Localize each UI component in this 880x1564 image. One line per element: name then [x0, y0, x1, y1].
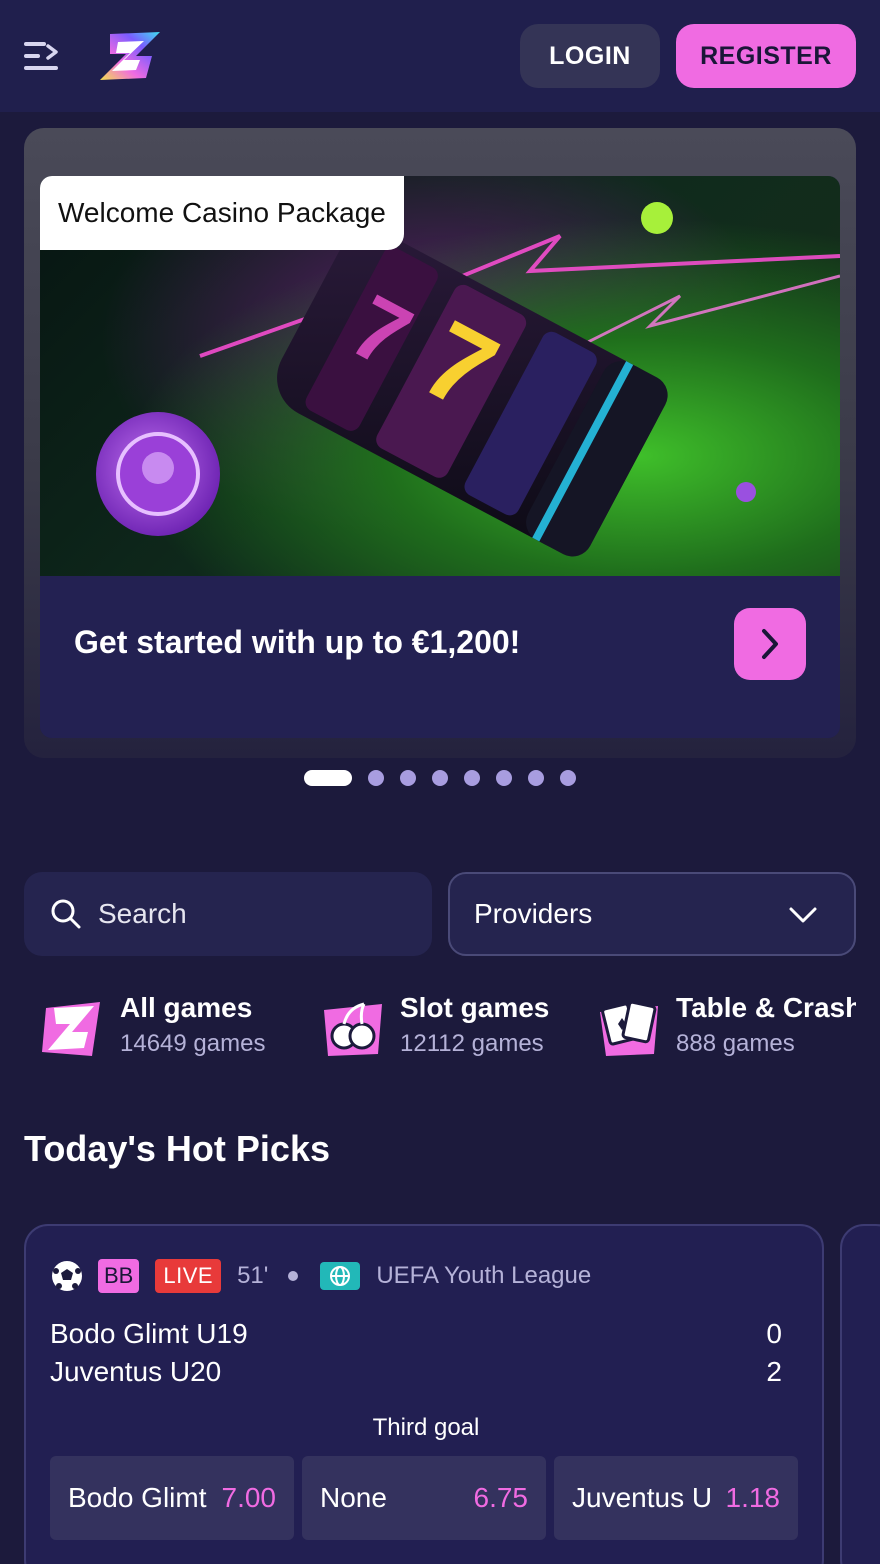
carousel-dot[interactable]	[368, 770, 384, 786]
promo-card[interactable]: 7 7 Welcome Casino Package Get started w…	[40, 176, 840, 738]
separator-dot	[288, 1271, 299, 1281]
carousel-dot[interactable]	[400, 770, 416, 786]
search-icon	[51, 899, 81, 929]
category-slot-games[interactable]: Slot games 12112 games	[320, 988, 549, 1068]
away-team: Juventus U20	[50, 1356, 222, 1387]
chevron-down-icon	[789, 907, 817, 923]
odds-price: 7.00	[221, 1482, 277, 1513]
providers-label: Providers	[474, 898, 593, 929]
soccer-ball-icon	[52, 1261, 82, 1291]
carousel-dot[interactable]	[496, 770, 512, 786]
home-score: 0	[766, 1318, 782, 1349]
odds-button[interactable]: Juventus U20 1.18	[554, 1456, 798, 1540]
z-logo-icon	[42, 1002, 100, 1056]
cards-icon	[600, 1000, 658, 1056]
odds-price: 1.18	[725, 1482, 781, 1513]
brand-logo-icon[interactable]	[96, 30, 164, 82]
promo-title: Get started with up to €1,200!	[74, 624, 521, 660]
carousel-dot[interactable]	[560, 770, 576, 786]
globe-icon	[320, 1262, 361, 1290]
odds-button[interactable]: Bodo Glimt U19 7.00	[50, 1456, 294, 1540]
carousel-dot[interactable]	[464, 770, 480, 786]
register-button[interactable]: REGISTER	[676, 24, 856, 88]
match-minute: 51'	[237, 1262, 269, 1289]
top-header: LOGIN REGISTER	[0, 0, 880, 112]
login-button[interactable]: LOGIN	[520, 24, 660, 88]
category-all-games[interactable]: All games 14649 games	[40, 988, 265, 1068]
promo-footer: Get started with up to €1,200!	[40, 576, 840, 738]
category-count: 888 games	[676, 1030, 795, 1057]
hot-pick-card[interactable]: BB LIVE 51' UEFA Youth League Bodo Glimt…	[24, 1224, 824, 1564]
category-name: Table & Crash	[676, 992, 856, 1023]
category-count: 12112 games	[400, 1030, 544, 1057]
game-categories: All games 14649 games Slot games 12112 g…	[0, 980, 856, 1080]
bet-builder-badge: BB	[98, 1259, 140, 1293]
promo-next-button[interactable]	[734, 608, 806, 680]
market-title: Third goal	[372, 1414, 480, 1441]
odds-selection: None	[320, 1482, 387, 1513]
chevron-right-icon	[762, 629, 778, 659]
odds-button[interactable]: None 6.75	[302, 1456, 546, 1540]
search-placeholder: Search	[98, 898, 187, 929]
search-input[interactable]: Search	[24, 872, 432, 956]
odds-selection: Juventus U20	[572, 1482, 712, 1513]
hot-pick-card-next[interactable]	[840, 1224, 880, 1564]
league-name: UEFA Youth League	[376, 1262, 592, 1289]
odds-selection: Bodo Glimt U19	[68, 1482, 208, 1513]
promo-tag: Welcome Casino Package	[40, 176, 404, 250]
providers-dropdown[interactable]: Providers	[448, 872, 856, 956]
away-score: 2	[766, 1356, 782, 1387]
category-name: All games	[120, 992, 253, 1023]
category-count: 14649 games	[120, 1030, 266, 1057]
section-title-hot-picks: Today's Hot Picks	[24, 1128, 330, 1169]
carousel-dot[interactable]	[528, 770, 544, 786]
cherry-icon	[324, 1002, 382, 1056]
home-team: Bodo Glimt U19	[50, 1318, 248, 1349]
category-table-crash[interactable]: Table & Crash 888 games	[596, 988, 856, 1068]
promo-image: 7 7 Welcome Casino Package	[40, 176, 840, 576]
match-meta: BB LIVE 51' UEFA Youth League	[50, 1258, 591, 1294]
category-name: Slot games	[400, 992, 550, 1023]
menu-expand-icon[interactable]	[22, 38, 60, 74]
carousel-dot[interactable]	[432, 770, 448, 786]
live-badge: LIVE	[155, 1259, 222, 1293]
carousel-dot-active[interactable]	[304, 770, 352, 786]
odds-price: 6.75	[473, 1482, 529, 1513]
